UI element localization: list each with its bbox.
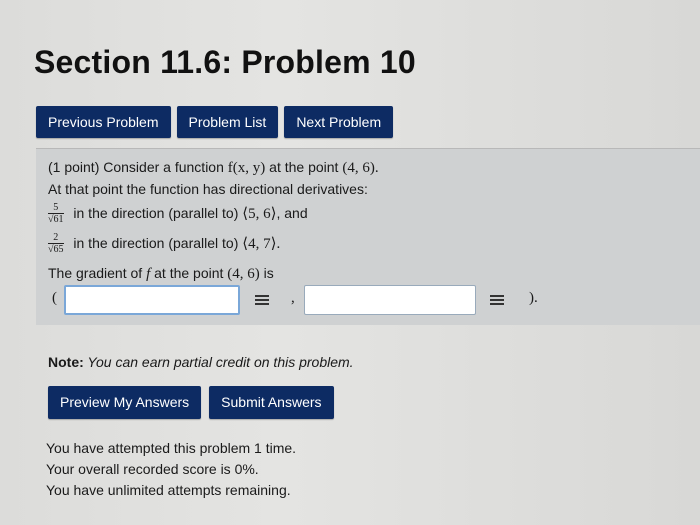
- attempts-text: You have attempted this problem 1 time.: [46, 440, 297, 456]
- attempt-status: You have attempted this problem 1 time. …: [46, 438, 296, 501]
- page: { "title": "Section 11.6: Problem 10", "…: [0, 0, 700, 525]
- partial-credit-note: Note: You can earn partial credit on thi…: [48, 354, 354, 370]
- gradient-prefix: The gradient of: [48, 265, 147, 281]
- problem-intro: (1 point) Consider a function f(x, y) at…: [48, 159, 379, 177]
- function-expression: f(x, y): [227, 160, 266, 176]
- gradient-point: (4, 6): [227, 266, 260, 282]
- previous-problem-button[interactable]: Previous Problem: [36, 106, 171, 138]
- derivative-2-numerator: 2: [48, 233, 64, 244]
- direction-1-vector: ⟨5, 6⟩: [242, 206, 277, 223]
- score-text: Your overall recorded score is 0%.: [46, 461, 259, 477]
- submit-answers-button[interactable]: Submit Answers: [209, 386, 334, 419]
- problem-panel: (1 point) Consider a function f(x, y) at…: [36, 148, 700, 325]
- derivative-1-fraction: 5 √61: [48, 203, 64, 226]
- next-problem-button[interactable]: Next Problem: [284, 106, 394, 138]
- close-paren: ).: [529, 290, 538, 306]
- intro-text: (1 point) Consider a function: [48, 159, 228, 175]
- gradient-suffix: is: [259, 265, 274, 281]
- derivative-2: 2 √65 in the direction (parallel to) ⟨4,…: [48, 233, 280, 256]
- open-paren: (: [52, 290, 57, 306]
- gradient-mid: at the point: [150, 265, 228, 281]
- note-text: You can earn partial credit on this prob…: [83, 354, 354, 370]
- remaining-text: You have unlimited attempts remaining.: [46, 482, 291, 498]
- answer-actions: Preview My Answers Submit Answers: [48, 386, 334, 419]
- preview-answers-button[interactable]: Preview My Answers: [48, 386, 202, 419]
- derivative-1-suffix: , and: [276, 205, 308, 222]
- gradient-prompt: The gradient of f at the point (4, 6) is: [48, 265, 274, 283]
- equation-editor-icon[interactable]: [255, 295, 269, 305]
- derivative-2-denominator: √65: [48, 244, 64, 255]
- comma-separator: ,: [291, 290, 295, 306]
- equation-editor-icon[interactable]: [490, 295, 504, 305]
- derivative-1-denominator: √61: [48, 214, 64, 225]
- problem-navigation: Previous Problem Problem List Next Probl…: [36, 106, 394, 138]
- gradient-x-input[interactable]: [64, 285, 240, 315]
- directional-derivatives-intro: At that point the function has direction…: [48, 181, 368, 197]
- derivative-2-text: in the direction (parallel to): [69, 235, 243, 252]
- problem-list-button[interactable]: Problem List: [176, 106, 279, 138]
- intro-mid: at the point: [265, 159, 343, 175]
- gradient-y-input[interactable]: [304, 285, 476, 315]
- page-title: Section 11.6: Problem 10: [34, 44, 416, 80]
- derivative-1-text: in the direction (parallel to): [69, 205, 243, 222]
- derivative-2-fraction: 2 √65: [48, 233, 64, 256]
- note-label: Note:: [48, 354, 84, 370]
- point-expression: (4, 6).: [342, 160, 379, 176]
- derivative-1: 5 √61 in the direction (parallel to) ⟨5,…: [48, 203, 308, 226]
- direction-2-vector: ⟨4, 7⟩.: [242, 236, 281, 253]
- derivative-1-numerator: 5: [48, 203, 64, 214]
